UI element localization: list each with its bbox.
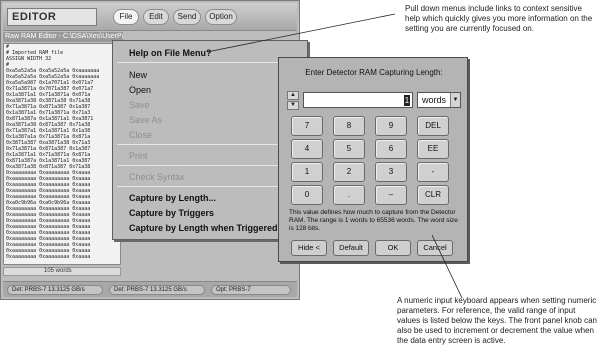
callout-text-bottom: A numeric input keyboard appears when se… [397,296,597,345]
callout-line-bottom [431,234,463,299]
figure: EDITOR File Edit Send Option Raw RAM Edi… [0,0,600,350]
callout-text-top: Pull down menus include links to context… [405,4,593,33]
callout-line-top [206,13,396,53]
